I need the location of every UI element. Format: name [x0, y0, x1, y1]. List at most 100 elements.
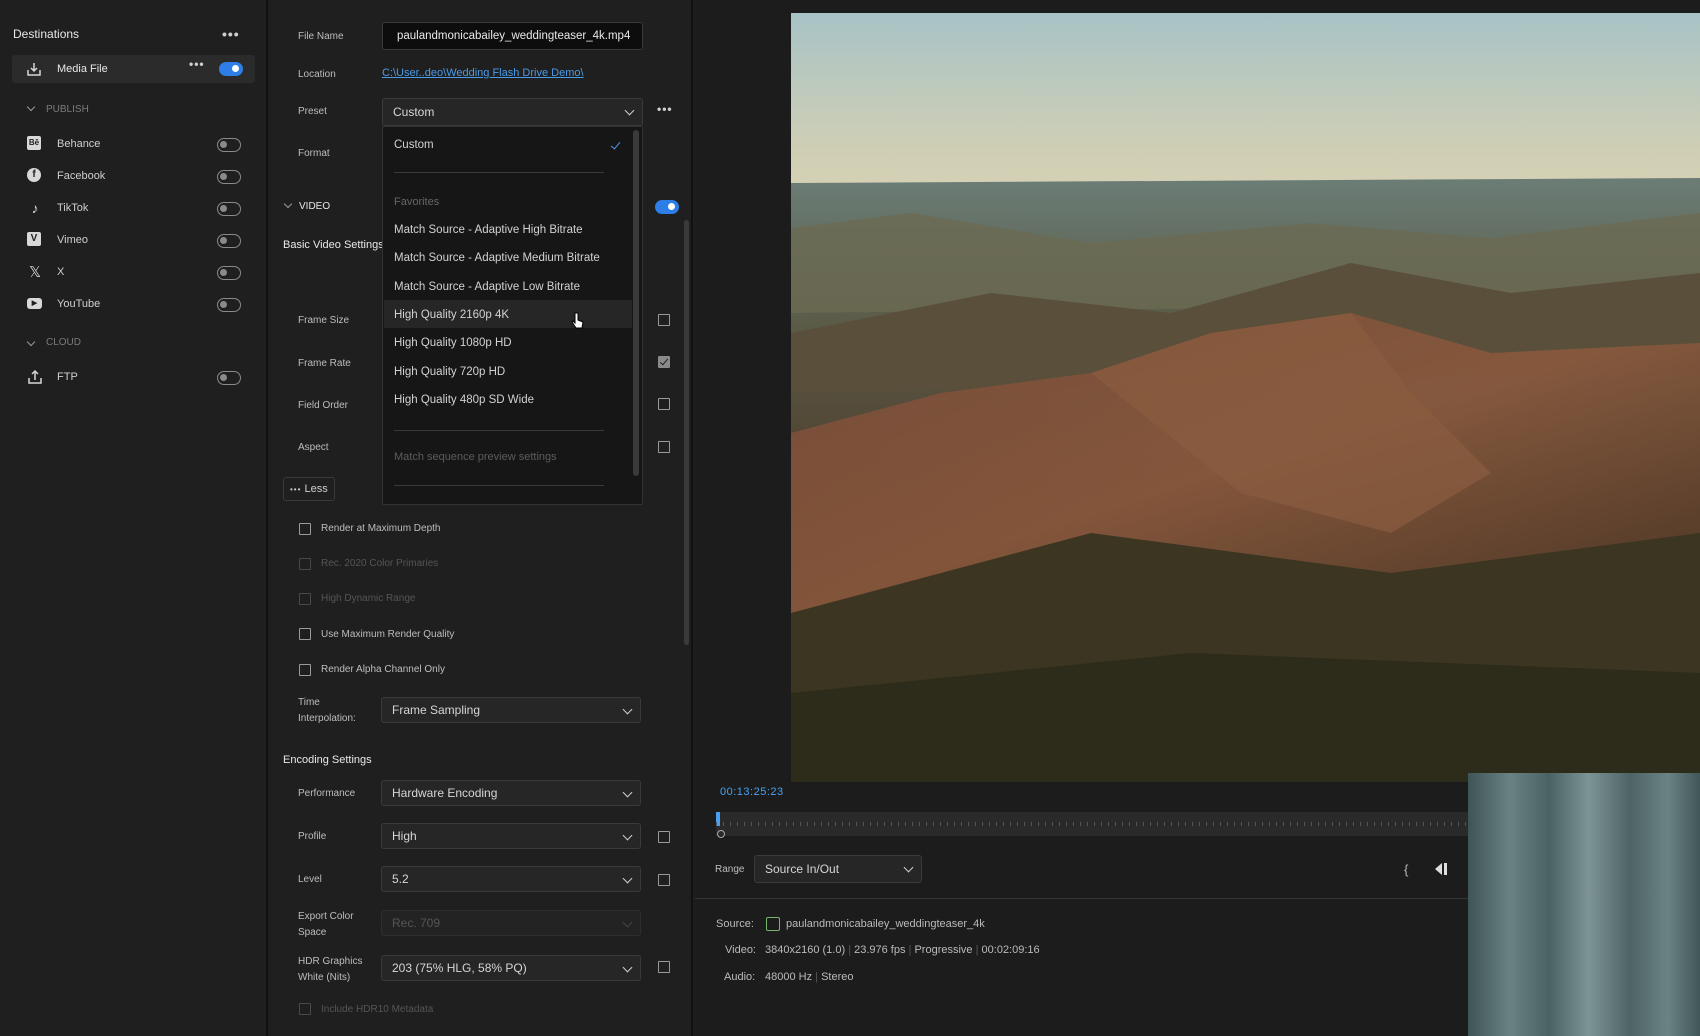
preset-option[interactable]: Match Source - Adaptive High Bitrate: [394, 224, 583, 236]
ftp-label: FTP: [57, 371, 78, 383]
chevron-down-icon: [622, 873, 633, 884]
publish-collapse-icon[interactable]: [26, 102, 36, 112]
vimeo-toggle[interactable]: [217, 234, 241, 248]
hdr-checkbox: [299, 593, 311, 605]
hdr-label: High Dynamic Range: [321, 593, 416, 604]
preset-select[interactable]: Custom: [382, 98, 643, 126]
x-toggle[interactable]: [217, 266, 241, 280]
profile-select[interactable]: High: [381, 823, 641, 849]
vimeo-label: Vimeo: [57, 234, 88, 246]
destination-vimeo[interactable]: V Vimeo: [0, 229, 255, 253]
timeline-scrubber[interactable]: [716, 812, 1468, 836]
chevron-down-icon: [624, 105, 635, 116]
preset-option[interactable]: Match Source - Adaptive Medium Bitrate: [394, 252, 600, 264]
timeline-ticks: [716, 822, 1468, 826]
youtube-label: YouTube: [57, 298, 101, 310]
level-value: 5.2: [392, 872, 409, 886]
destination-facebook[interactable]: f Facebook: [0, 165, 255, 189]
destination-behance[interactable]: Bē Behance: [0, 133, 255, 157]
range-select[interactable]: Source In/Out: [754, 855, 922, 883]
behance-icon: Bē: [27, 136, 41, 150]
less-button-label: Less: [304, 483, 328, 495]
hdr-white-select[interactable]: 203 (75% HLG, 58% PQ): [381, 955, 641, 981]
level-label: Level: [298, 874, 322, 885]
destinations-panel: Destinations ••• Media File ••• PUBLISH …: [0, 0, 268, 1036]
media-file-toggle[interactable]: [219, 62, 243, 76]
frame-size-match-checkbox[interactable]: [658, 314, 670, 326]
destinations-more-icon[interactable]: •••: [222, 26, 240, 42]
field-order-match-checkbox[interactable]: [658, 398, 670, 410]
max-render-quality-label: Use Maximum Render Quality: [321, 629, 455, 640]
source-label: Source:: [716, 918, 754, 930]
ftp-toggle[interactable]: [217, 371, 241, 385]
profile-value: High: [392, 829, 417, 843]
settings-scrollbar[interactable]: [684, 220, 689, 645]
format-label: Format: [298, 148, 330, 159]
video-duration: 00:02:09:16: [981, 944, 1040, 956]
video-toggle[interactable]: [655, 200, 679, 214]
facebook-toggle[interactable]: [217, 170, 241, 184]
in-point-handle[interactable]: [717, 830, 725, 838]
preset-option[interactable]: High Quality 720p HD: [394, 366, 505, 378]
performance-select[interactable]: Hardware Encoding: [381, 780, 641, 806]
export-color-label-1: Export Color: [298, 911, 354, 922]
dropdown-divider: [394, 485, 604, 486]
preset-option-custom[interactable]: Custom: [394, 139, 434, 151]
audio-info: 48000 Hz | Stereo: [765, 971, 854, 983]
range-value: Source In/Out: [765, 862, 840, 876]
preset-option[interactable]: High Quality 1080p HD: [394, 337, 512, 349]
performance-label: Performance: [298, 788, 356, 799]
media-file-more-icon[interactable]: •••: [189, 57, 205, 71]
vimeo-icon: V: [27, 232, 41, 246]
cloud-header: CLOUD: [46, 337, 82, 348]
less-button[interactable]: ••• Less: [283, 477, 335, 501]
youtube-icon: ▶: [27, 298, 42, 309]
file-name-label: File Name: [298, 31, 344, 42]
step-back-icon[interactable]: [1434, 862, 1448, 880]
render-max-depth-checkbox[interactable]: [299, 523, 311, 535]
source-value: paulandmonicabailey_weddingteaser_4k: [786, 918, 985, 930]
time-interpolation-label-1: Time: [298, 697, 320, 708]
file-name-input[interactable]: paulandmonicabailey_weddingteaser_4k.mp4: [382, 22, 643, 50]
video-info-label: Video:: [725, 944, 756, 956]
profile-match-checkbox[interactable]: [658, 831, 670, 843]
tiktok-toggle[interactable]: [217, 202, 241, 216]
destination-media-file[interactable]: Media File •••: [12, 55, 255, 83]
aspect-match-checkbox[interactable]: [658, 441, 670, 453]
field-order-label: Field Order: [298, 400, 349, 411]
info-divider: [695, 898, 1468, 899]
level-select[interactable]: 5.2: [381, 866, 641, 892]
cloud-collapse-icon[interactable]: [26, 337, 36, 347]
render-alpha-checkbox[interactable]: [299, 664, 311, 676]
destination-youtube[interactable]: ▶ YouTube: [0, 293, 255, 317]
preset-more-icon[interactable]: •••: [657, 102, 673, 116]
location-label: Location: [298, 69, 336, 80]
preset-option[interactable]: High Quality 480p SD Wide: [394, 394, 534, 406]
destination-tiktok[interactable]: ♪ TikTok: [0, 197, 255, 221]
video-scan: Progressive: [914, 944, 973, 956]
hdr-white-match-checkbox[interactable]: [658, 961, 670, 973]
location-link[interactable]: C:\User..deo\Wedding Flash Drive Demo\: [382, 67, 584, 79]
dropdown-scrollbar[interactable]: [633, 130, 639, 476]
overlay-video-thumbnail: [1468, 773, 1700, 1036]
hdr-white-label-1: HDR Graphics: [298, 956, 363, 967]
checkmark-icon: [610, 139, 621, 150]
preset-option[interactable]: Match Source - Adaptive Low Bitrate: [394, 281, 580, 293]
favorites-header: Favorites: [394, 196, 440, 208]
chevron-down-icon: [622, 962, 633, 973]
frame-rate-match-checkbox[interactable]: [658, 356, 670, 368]
range-label: Range: [715, 864, 745, 875]
export-color-label-2: Space: [298, 927, 327, 938]
facebook-label: Facebook: [57, 170, 106, 182]
set-in-point-icon[interactable]: {: [1404, 862, 1408, 877]
youtube-toggle[interactable]: [217, 298, 241, 312]
sequence-icon: [766, 917, 780, 931]
behance-toggle[interactable]: [217, 138, 241, 152]
time-interpolation-select[interactable]: Frame Sampling: [381, 697, 641, 723]
level-match-checkbox[interactable]: [658, 874, 670, 886]
preset-option-hovered[interactable]: High Quality 2160p 4K: [394, 309, 509, 321]
max-render-quality-checkbox[interactable]: [299, 628, 311, 640]
current-timecode[interactable]: 00:13:25:23: [720, 786, 784, 798]
destination-ftp[interactable]: FTP: [0, 366, 255, 390]
destination-x[interactable]: 𝕏 X: [0, 261, 255, 285]
